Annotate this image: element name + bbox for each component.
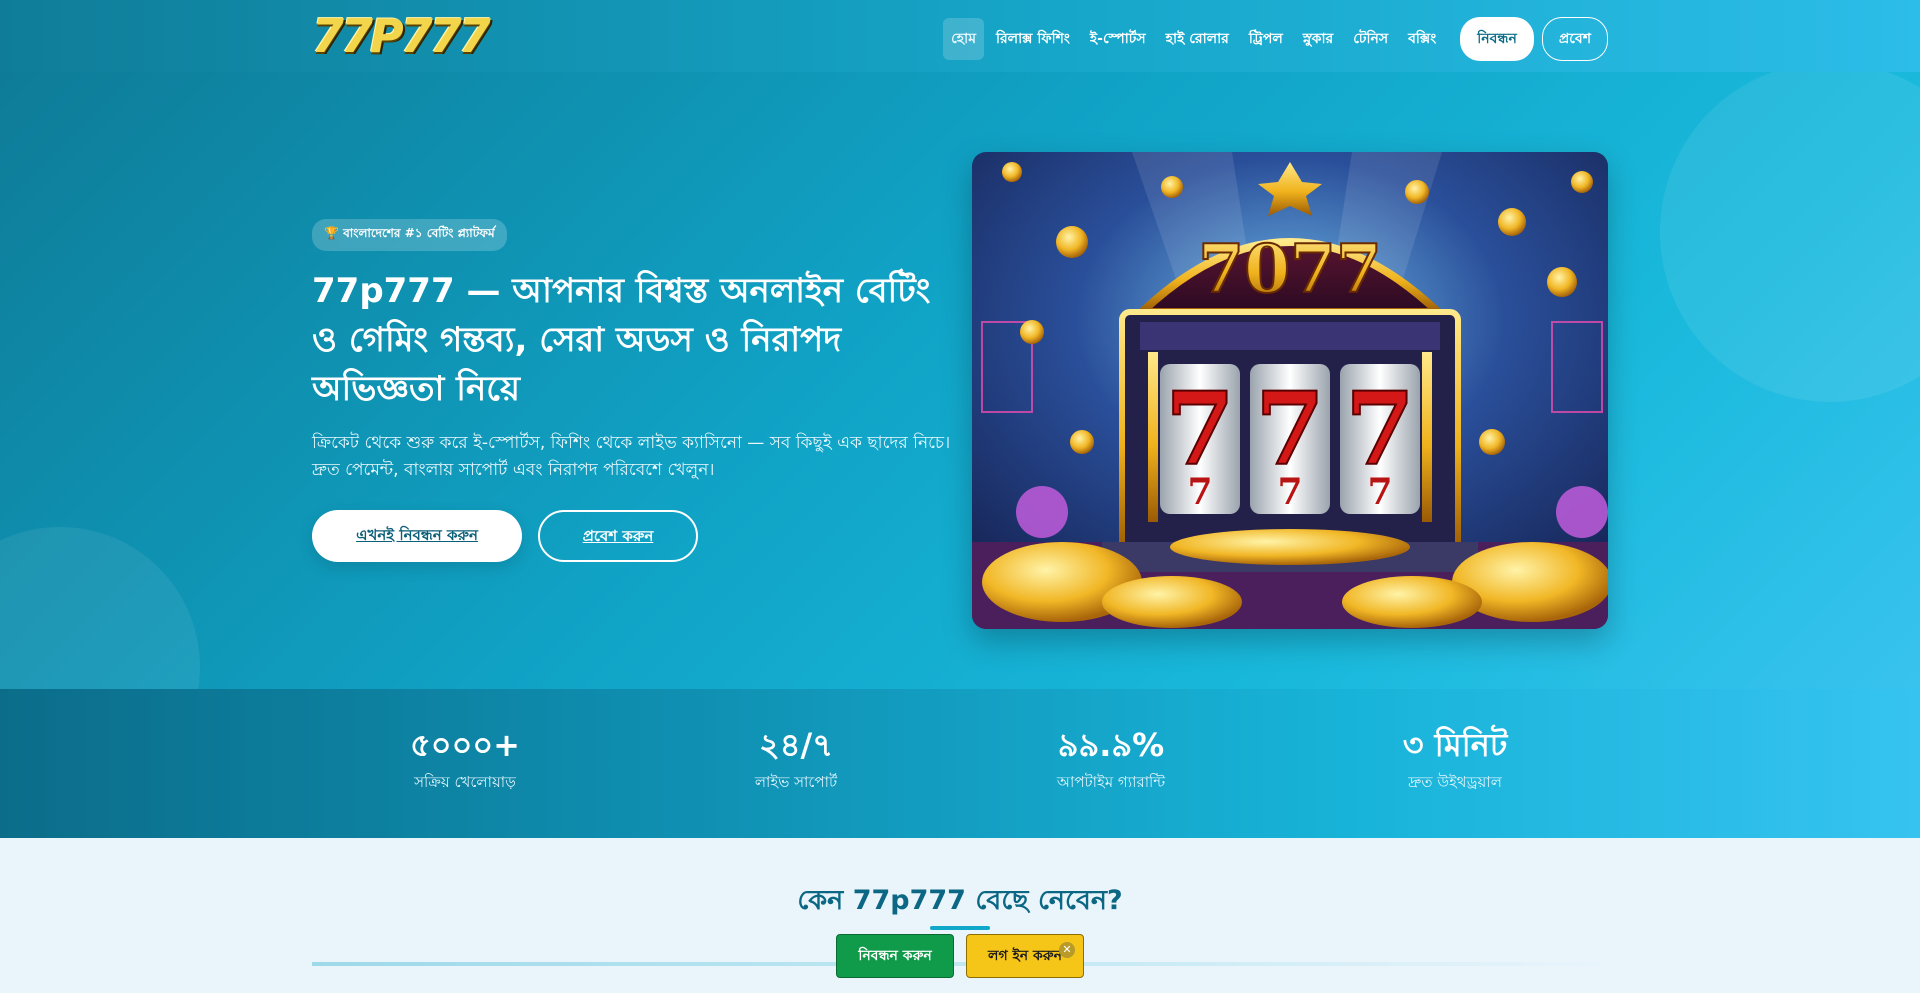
- nav-item-snooker[interactable]: স্নুকার: [1295, 18, 1341, 60]
- stat-value: ৩ মিনিট: [1402, 726, 1508, 764]
- close-icon[interactable]: ✕: [1059, 942, 1075, 958]
- nav-item-esports[interactable]: ই-স্পোর্টস: [1082, 18, 1154, 60]
- nav-item-boxing[interactable]: বক্সিং: [1400, 18, 1444, 60]
- hero-login-button[interactable]: প্রবেশ করুন: [538, 510, 698, 562]
- svg-text:7: 7: [1277, 471, 1302, 513]
- stat-active-players: ৫০০০+ সক্রিয় খেলোয়াড়: [335, 725, 595, 796]
- register-button[interactable]: নিবন্ধন: [1460, 17, 1534, 61]
- nav-item-high-roller[interactable]: হাই রোলার: [1158, 18, 1237, 60]
- hero-register-button[interactable]: এখনই নিবন্ধন করুন: [312, 510, 522, 562]
- floating-register-button[interactable]: নিবন্ধন করুন: [836, 934, 954, 978]
- section-title: কেন 77p777 বেছে নেবেন?: [797, 885, 1123, 916]
- login-button[interactable]: প্রবেশ: [1541, 17, 1608, 61]
- main-nav: হোম রিলাক্স ফিশিং ই-স্পোর্টস হাই রোলার ট…: [939, 17, 1608, 61]
- slot-machine-title: 7077: [1198, 230, 1382, 308]
- site-header: 77P777 হোম রিলাক্স ফিশিং ই-স্পোর্টস হাই …: [0, 0, 1920, 72]
- decorative-circle: [1660, 72, 1920, 402]
- nav-item-relax-fishing[interactable]: রিলাক্স ফিশিং: [988, 18, 1078, 60]
- stat-uptime: ৯৯.৯% আপটাইম গ্যারান্টি: [981, 725, 1241, 796]
- hero-title: 77p777 — আপনার বিশ্বস্ত অনলাইন বেটিং ও গ…: [312, 271, 931, 409]
- hero-description: ক্রিকেট থেকে শুরু করে ই-স্পোর্টস, ফিশিং …: [312, 433, 951, 480]
- stat-value: ৫০০০+: [410, 726, 520, 764]
- hero-badge: 🏆 বাংলাদেশের #১ বেটিং প্ল্যাটফর্ম: [312, 219, 507, 251]
- stat-label: সক্রিয় খেলোয়াড়: [414, 773, 516, 791]
- stat-label: দ্রুত উইথড্রয়াল: [1408, 773, 1502, 791]
- divider: [312, 962, 1608, 966]
- stat-live-support: ২৪/৭ লাইভ সাপোর্ট: [666, 725, 926, 796]
- stat-label: লাইভ সাপোর্ট: [754, 773, 838, 791]
- site-logo[interactable]: 77P777: [312, 10, 491, 62]
- svg-text:7: 7: [1367, 471, 1392, 513]
- nav-item-tennis[interactable]: টেনিস: [1345, 18, 1396, 60]
- stat-value: ২৪/৭: [758, 726, 834, 764]
- stat-withdrawal: ৩ মিনিট দ্রুত উইথড্রয়াল: [1325, 725, 1585, 796]
- hero-section: 🏆 বাংলাদেশের #১ বেটিং প্ল্যাটফর্ম 77p777…: [0, 72, 1920, 689]
- stat-label: আপটাইম গ্যারান্টি: [1056, 773, 1166, 791]
- nav-item-home[interactable]: হোম: [943, 18, 984, 60]
- slot-machine-image: 7077 7 7 7 7 7 7: [972, 152, 1608, 629]
- svg-text:7: 7: [1187, 471, 1212, 513]
- why-choose-section: কেন 77p777 বেছে নেবেন?: [0, 838, 1920, 993]
- stats-bar: ৫০০০+ সক্রিয় খেলোয়াড় ২৪/৭ লাইভ সাপোর্…: [0, 689, 1920, 838]
- nav-item-triple[interactable]: ট্রিপল: [1241, 18, 1291, 60]
- title-underline: [930, 926, 990, 930]
- stat-value: ৯৯.৯%: [1057, 726, 1165, 764]
- decorative-circle: [0, 527, 200, 689]
